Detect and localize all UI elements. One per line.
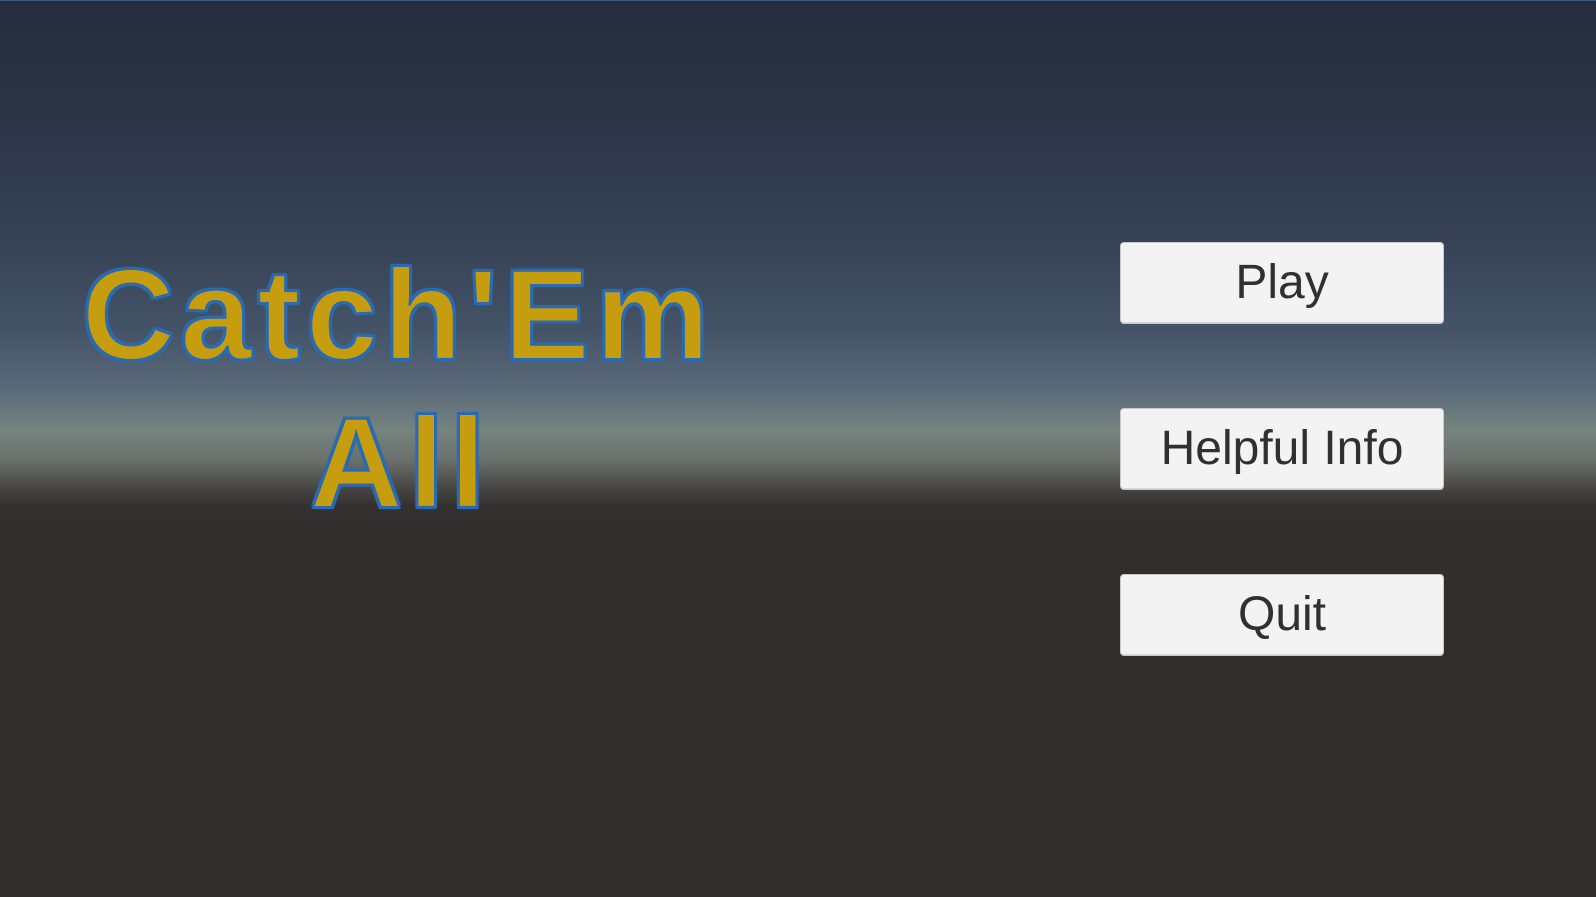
game-title-line-2: All	[309, 392, 492, 535]
quit-button-label: Quit	[1237, 588, 1327, 641]
play-button[interactable]: Play	[1120, 242, 1444, 324]
quit-button[interactable]: Quit	[1120, 574, 1444, 656]
main-menu-scene: Catch'Em All Play Helpful Info Quit	[0, 0, 1596, 897]
helpful-info-button-label: Helpful Info	[1160, 422, 1404, 475]
helpful-info-button[interactable]: Helpful Info	[1120, 408, 1444, 490]
game-title-line-1: Catch'Em	[81, 244, 716, 387]
play-button-label: Play	[1235, 256, 1329, 309]
